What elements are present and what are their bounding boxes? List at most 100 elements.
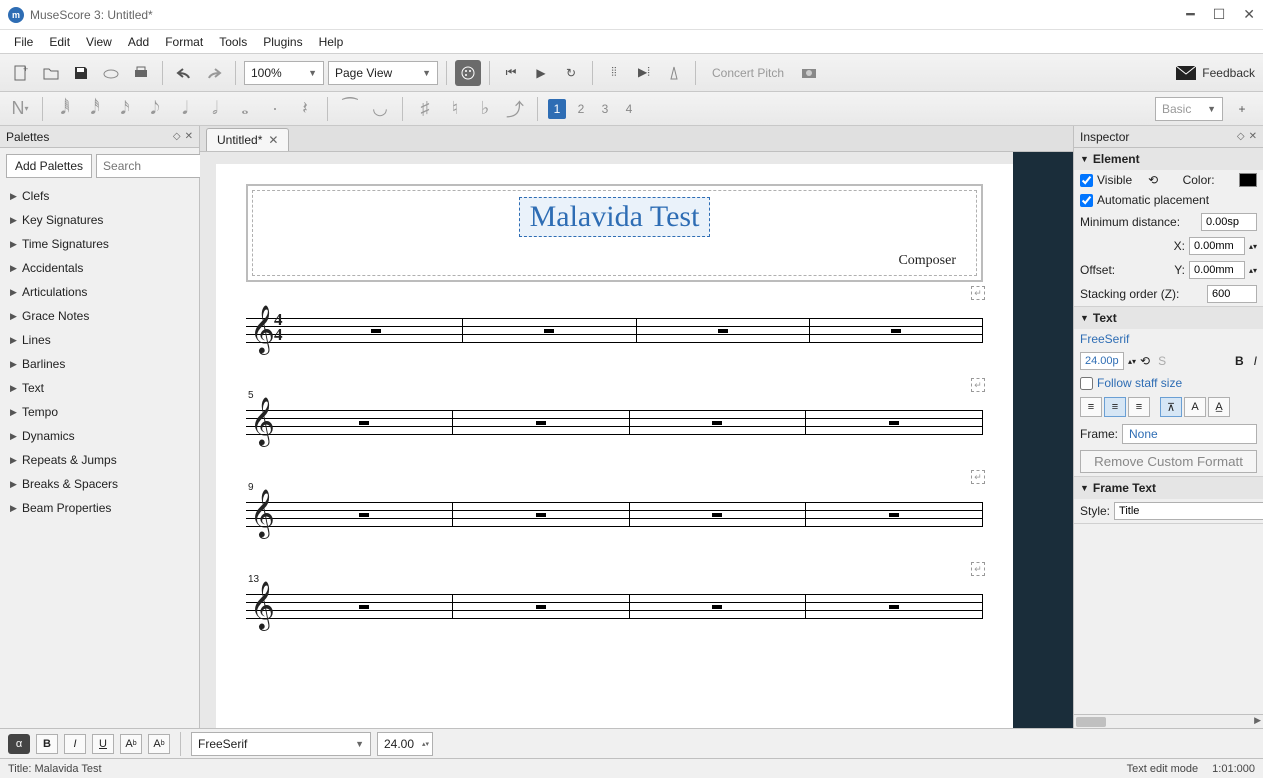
- menu-view[interactable]: View: [78, 32, 120, 52]
- play-icon[interactable]: ▶: [528, 60, 554, 86]
- inspector-scrollbar[interactable]: ▶: [1074, 714, 1263, 728]
- redo-icon[interactable]: [201, 60, 227, 86]
- valign-mid-icon[interactable]: A: [1184, 397, 1206, 417]
- natural-icon[interactable]: ♮: [443, 97, 467, 121]
- view-mode-combo[interactable]: Page View▼: [328, 61, 438, 85]
- font-size-input[interactable]: [1080, 352, 1124, 370]
- staff-system[interactable]: ↵ 𝄞 44: [246, 312, 983, 344]
- palette-beam[interactable]: ▶Beam Properties: [0, 496, 199, 520]
- score-page[interactable]: Malavida Test Composer ↵ 𝄞 44 5 ↵: [216, 164, 1013, 728]
- valign-bottom-icon[interactable]: A̲: [1208, 397, 1230, 417]
- score-composer[interactable]: Composer: [273, 253, 956, 269]
- remove-formatting-button[interactable]: Remove Custom Formatt: [1080, 450, 1257, 473]
- palette-dynamics[interactable]: ▶Dynamics: [0, 424, 199, 448]
- note-32nd-icon[interactable]: 𝅘𝅥𝅰: [83, 97, 107, 121]
- follow-staff-checkbox[interactable]: [1080, 377, 1093, 390]
- reset-size-icon[interactable]: ⟲: [1140, 354, 1150, 368]
- voice-1[interactable]: 1: [548, 99, 566, 119]
- visible-checkbox[interactable]: [1080, 174, 1093, 187]
- close-button[interactable]: ✕: [1243, 6, 1255, 23]
- stacking-order-input[interactable]: [1207, 285, 1257, 303]
- staff-system[interactable]: 13 ↵ 𝄞: [246, 588, 983, 620]
- voice-2[interactable]: 2: [572, 99, 590, 119]
- palette-icon[interactable]: [455, 60, 481, 86]
- inspector-float-icon[interactable]: ◇: [1237, 131, 1245, 142]
- note-half-icon[interactable]: 𝅗𝅥: [203, 97, 227, 121]
- palette-tempo[interactable]: ▶Tempo: [0, 400, 199, 424]
- flat-icon[interactable]: ♭: [473, 97, 497, 121]
- menu-plugins[interactable]: Plugins: [255, 32, 310, 52]
- offset-y-input[interactable]: [1189, 261, 1245, 279]
- repeat-start-icon[interactable]: ⦙⦙: [601, 60, 627, 86]
- menu-add[interactable]: Add: [120, 32, 157, 52]
- repeat-end-icon[interactable]: ▶⦙: [631, 60, 657, 86]
- italic-button[interactable]: I: [1254, 354, 1257, 368]
- camera-icon[interactable]: [796, 60, 822, 86]
- align-center-icon[interactable]: ≡: [1104, 397, 1126, 417]
- zoom-combo[interactable]: 100%▼: [244, 61, 324, 85]
- inspector-element-header[interactable]: ▼Element: [1074, 148, 1263, 170]
- autoplace-checkbox[interactable]: [1080, 194, 1093, 207]
- undo-icon[interactable]: [171, 60, 197, 86]
- palette-articulations[interactable]: ▶Articulations: [0, 280, 199, 304]
- rest-icon[interactable]: 𝄽: [293, 97, 317, 121]
- note-16th-icon[interactable]: 𝅘𝅥𝅯: [113, 97, 137, 121]
- save-icon[interactable]: [68, 60, 94, 86]
- color-swatch[interactable]: [1239, 173, 1257, 187]
- concert-pitch-button[interactable]: Concert Pitch: [704, 66, 792, 80]
- align-right-icon[interactable]: ≡: [1128, 397, 1150, 417]
- tab-close-icon[interactable]: ✕: [268, 133, 278, 147]
- style-input[interactable]: [1114, 502, 1263, 520]
- italic-button-bottom[interactable]: I: [64, 734, 86, 754]
- metronome-icon[interactable]: [661, 60, 687, 86]
- menu-tools[interactable]: Tools: [211, 32, 255, 52]
- note-whole-icon[interactable]: 𝅝: [233, 97, 257, 121]
- menu-edit[interactable]: Edit: [41, 32, 78, 52]
- tie-icon[interactable]: ⁀: [338, 97, 362, 121]
- note-64th-icon[interactable]: 𝅘𝅥𝅱: [53, 97, 77, 121]
- strikethrough-icon[interactable]: S: [1158, 354, 1166, 368]
- note-dot-icon[interactable]: ·: [263, 97, 287, 121]
- palette-time-signatures[interactable]: ▶Time Signatures: [0, 232, 199, 256]
- note-quarter-icon[interactable]: 𝅘𝅥: [173, 97, 197, 121]
- slur-icon[interactable]: ◡: [368, 97, 392, 121]
- palette-barlines[interactable]: ▶Barlines: [0, 352, 199, 376]
- inspector-text-header[interactable]: ▼Text: [1074, 307, 1263, 329]
- align-left-icon[interactable]: ≡: [1080, 397, 1102, 417]
- underline-button-bottom[interactable]: U: [92, 734, 114, 754]
- note-input-mode[interactable]: N▾: [8, 97, 32, 121]
- print-icon[interactable]: [128, 60, 154, 86]
- palette-grace-notes[interactable]: ▶Grace Notes: [0, 304, 199, 328]
- frame-combo[interactable]: None: [1122, 424, 1257, 444]
- menu-format[interactable]: Format: [157, 32, 211, 52]
- palette-clefs[interactable]: ▶Clefs: [0, 184, 199, 208]
- palettes-close-icon[interactable]: ✕: [185, 131, 193, 142]
- valign-top-icon[interactable]: ⊼: [1160, 397, 1182, 417]
- note-8th-icon[interactable]: 𝅘𝅥𝅮: [143, 97, 167, 121]
- staff-system[interactable]: 9 ↵ 𝄞: [246, 496, 983, 528]
- special-char-button[interactable]: α: [8, 734, 30, 754]
- font-size-combo[interactable]: 24.00▴▾: [377, 732, 433, 756]
- palettes-float-icon[interactable]: ◇: [173, 131, 181, 142]
- new-file-icon[interactable]: +: [8, 60, 34, 86]
- palette-breaks[interactable]: ▶Breaks & Spacers: [0, 472, 199, 496]
- staff-system[interactable]: 5 ↵ 𝄞: [246, 404, 983, 436]
- min-distance-input[interactable]: [1201, 213, 1257, 231]
- flip-icon[interactable]: ⤴: [503, 97, 527, 121]
- minimize-button[interactable]: ━: [1186, 6, 1194, 23]
- superscript-button[interactable]: Ab: [148, 734, 170, 754]
- inspector-frametext-header[interactable]: ▼Frame Text: [1074, 477, 1263, 499]
- palette-repeats[interactable]: ▶Repeats & Jumps: [0, 448, 199, 472]
- score-title[interactable]: Malavida Test: [519, 197, 711, 237]
- offset-x-input[interactable]: [1189, 237, 1245, 255]
- subscript-button[interactable]: Ab: [120, 734, 142, 754]
- workspace-add-icon[interactable]: +: [1229, 96, 1255, 122]
- font-family-combo[interactable]: FreeSerif▼: [191, 732, 371, 756]
- open-file-icon[interactable]: [38, 60, 64, 86]
- inspector-close-icon[interactable]: ✕: [1249, 131, 1257, 142]
- font-family-display[interactable]: FreeSerif: [1080, 332, 1129, 346]
- rewind-icon[interactable]: ⏮: [498, 60, 524, 86]
- loop-icon[interactable]: ↻: [558, 60, 584, 86]
- bold-button-bottom[interactable]: B: [36, 734, 58, 754]
- cloud-icon[interactable]: [98, 60, 124, 86]
